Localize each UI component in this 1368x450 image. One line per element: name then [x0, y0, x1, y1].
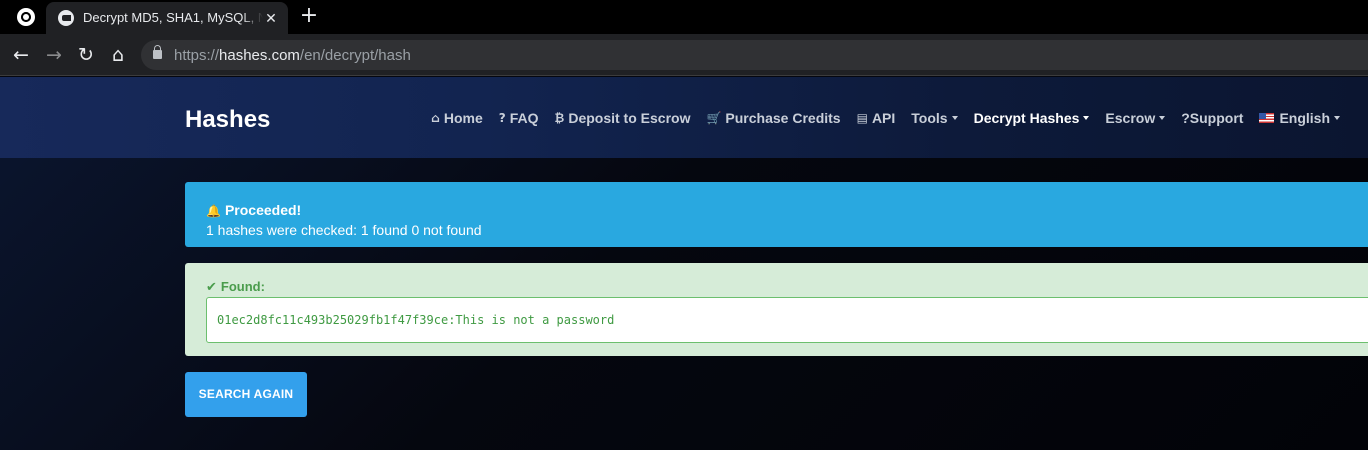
- caret-down-icon: [1083, 116, 1090, 120]
- browser-toolbar: ← → ↻ ⌂ https://hashes.com/en/decrypt/ha…: [0, 34, 1368, 76]
- address-bar[interactable]: https://hashes.com/en/decrypt/hash: [141, 40, 1368, 70]
- forward-button[interactable]: →: [42, 43, 66, 67]
- alert-message: 1 hashes were checked: 1 found 0 not fou…: [206, 222, 482, 238]
- home-icon: ⌂: [431, 111, 440, 125]
- reload-button[interactable]: ↻: [74, 43, 98, 67]
- search-again-button[interactable]: SEARCH AGAIN: [185, 372, 307, 417]
- caret-down-icon: [1334, 116, 1340, 120]
- site-brand[interactable]: Hashes: [185, 106, 270, 134]
- nav-purchase-credits[interactable]: 🛒 Purchase Credits: [706, 110, 840, 126]
- nav-home[interactable]: ⌂ Home: [431, 110, 483, 126]
- nav-tools-dropdown[interactable]: Tools: [911, 110, 958, 126]
- caret-down-icon: [951, 116, 958, 120]
- nav-language-dropdown[interactable]: English: [1259, 110, 1340, 126]
- found-title: ✔ Found:: [206, 279, 265, 295]
- result-text[interactable]: 01ec2d8fc11c493b25029fb1f47f39ce:This is…: [217, 313, 614, 327]
- nav-support[interactable]: ?Support: [1181, 110, 1243, 126]
- bitcoin-icon: ₿: [554, 111, 565, 125]
- nav-api[interactable]: ▤ API: [857, 110, 896, 126]
- nav-escrow-dropdown[interactable]: Escrow: [1105, 110, 1166, 126]
- browser-tab[interactable]: Decrypt MD5, SHA1, MySQL, NTLM, SHA256, …: [46, 2, 288, 34]
- lock-icon[interactable]: [153, 45, 162, 59]
- close-tab-icon[interactable]: ✕: [262, 9, 280, 27]
- nav-menu: ⌂ Home ? FAQ ₿ Deposit to Escrow 🛒 Purch…: [415, 109, 1340, 127]
- check-icon: ✔: [206, 280, 217, 295]
- new-tab-button[interactable]: +: [298, 5, 320, 27]
- page: Hashes ⌂ Home ? FAQ ₿ Deposit to Escrow …: [0, 77, 1368, 450]
- result-output[interactable]: 01ec2d8fc11c493b25029fb1f47f39ce:This is…: [206, 297, 1368, 343]
- tab-title: Decrypt MD5, SHA1, MySQL, NTLM, SHA256, …: [83, 10, 263, 25]
- back-button[interactable]: ←: [9, 43, 33, 67]
- site-favicon-icon: [58, 10, 74, 26]
- api-icon: ▤: [856, 111, 868, 125]
- us-flag-icon: [1259, 113, 1275, 123]
- site-navbar: Hashes ⌂ Home ? FAQ ₿ Deposit to Escrow …: [0, 77, 1368, 158]
- nav-faq[interactable]: ? FAQ: [499, 110, 539, 126]
- browser-logo-icon[interactable]: [17, 8, 35, 26]
- nav-deposit-escrow[interactable]: ₿ Deposit to Escrow: [555, 110, 691, 126]
- bell-icon: 🔔: [206, 204, 221, 218]
- nav-decrypt-hashes-dropdown[interactable]: Decrypt Hashes: [974, 110, 1090, 126]
- browser-tabstrip: Decrypt MD5, SHA1, MySQL, NTLM, SHA256, …: [0, 0, 1368, 34]
- cart-icon: 🛒: [706, 111, 722, 125]
- home-button[interactable]: ⌂: [106, 43, 130, 67]
- found-result-panel: ✔ Found: 01ec2d8fc11c493b25029fb1f47f39ce…: [185, 263, 1368, 356]
- caret-down-icon: [1159, 116, 1166, 120]
- proceeded-alert: 🔔 Proceeded! 1 hashes were checked: 1 fou…: [185, 182, 1368, 247]
- url-text[interactable]: https://hashes.com/en/decrypt/hash: [174, 47, 411, 64]
- question-icon: ?: [498, 111, 506, 125]
- alert-title: 🔔 Proceeded!: [206, 202, 302, 218]
